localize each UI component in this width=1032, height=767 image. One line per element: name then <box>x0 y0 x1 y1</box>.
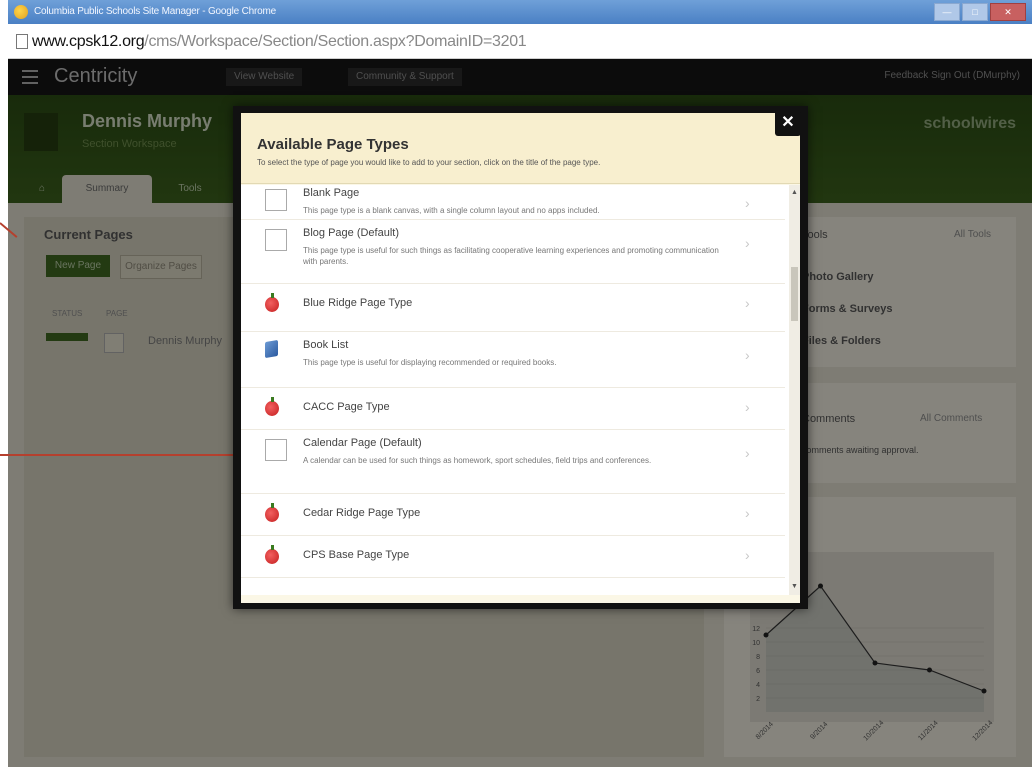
chevron-right-icon: › <box>745 235 750 251</box>
page-type-name[interactable]: CPS Base Page Type <box>303 549 409 561</box>
url-path: /cms/Workspace/Section/Section.aspx?Doma… <box>144 33 527 50</box>
close-modal-button[interactable]: ✕ <box>775 110 801 136</box>
modal-title: Available Page Types <box>257 136 409 153</box>
page-type-row[interactable]: Blog Page (Default) This page type is use… <box>241 219 785 284</box>
window-title: Columbia Public Schools Site Manager - G… <box>34 6 276 17</box>
page-type-name[interactable]: CACC Page Type <box>303 401 390 413</box>
page-type-description: This page type is useful for such things… <box>303 246 719 266</box>
page-type-name[interactable]: Calendar Page (Default) <box>303 437 422 449</box>
url-host: www.cpsk12.org <box>32 33 145 50</box>
page-type-description: This page type is useful for displaying … <box>303 358 557 367</box>
apple-icon <box>265 397 279 416</box>
close-window-button[interactable]: ✕ <box>990 3 1026 21</box>
chevron-right-icon: › <box>745 505 750 521</box>
page-type-name[interactable]: Blog Page (Default) <box>303 227 399 239</box>
blank-page-icon <box>265 229 287 251</box>
list-scrollbar[interactable]: ▲ ▼ <box>789 185 800 595</box>
blank-page-icon <box>265 439 287 461</box>
window-titlebar: Columbia Public Schools Site Manager - G… <box>8 0 1032 24</box>
page-type-row[interactable]: Calendar Page (Default) A calendar can be… <box>241 429 785 494</box>
modal-description: To select the type of page you would lik… <box>257 158 601 167</box>
apple-icon <box>265 545 279 564</box>
scroll-down-icon[interactable]: ▼ <box>791 583 798 590</box>
page-type-name[interactable]: Blank Page <box>303 187 359 199</box>
modal-header: Available Page Types To select the type … <box>241 113 800 184</box>
chevron-right-icon: › <box>745 547 750 563</box>
apple-icon <box>265 293 279 312</box>
page-type-row[interactable]: Cedar Ridge Page Type › <box>241 493 785 536</box>
chevron-right-icon: › <box>745 399 750 415</box>
scroll-thumb[interactable] <box>791 267 798 321</box>
url-text[interactable]: www.cpsk12.org/cms/Workspace/Section/Sec… <box>32 33 527 51</box>
apple-icon <box>265 503 279 522</box>
page-type-list: Blank Page This page type is a blank canv… <box>241 185 789 595</box>
address-bar[interactable]: www.cpsk12.org/cms/Workspace/Section/Sec… <box>8 24 1032 59</box>
book-icon <box>265 339 278 359</box>
modal-body: Available Page Types To select the type … <box>241 113 800 603</box>
page-type-description: This page type is a blank canvas, with a… <box>303 206 600 215</box>
window-controls: — □ ✕ <box>934 3 1026 21</box>
maximize-button[interactable]: □ <box>962 3 988 21</box>
annotation-arrow-2 <box>0 454 238 456</box>
chevron-right-icon: › <box>745 347 750 363</box>
chevron-right-icon: › <box>745 445 750 461</box>
page-type-description: A calendar can be used for such things a… <box>303 456 652 465</box>
chevron-right-icon: › <box>745 295 750 311</box>
scroll-up-icon[interactable]: ▲ <box>791 189 798 196</box>
page-type-row[interactable]: Blank Page This page type is a blank canv… <box>241 185 785 220</box>
page-type-row[interactable]: CACC Page Type › <box>241 387 785 430</box>
page-type-row[interactable]: CPS Base Page Type › <box>241 535 785 578</box>
page-types-modal: Available Page Types To select the type … <box>233 106 808 609</box>
page-icon <box>16 34 28 49</box>
chrome-logo-icon <box>14 5 28 19</box>
chevron-right-icon: › <box>745 195 750 211</box>
minimize-button[interactable]: — <box>934 3 960 21</box>
page-type-row[interactable]: Blue Ridge Page Type › <box>241 283 785 332</box>
page-type-name[interactable]: Cedar Ridge Page Type <box>303 507 420 519</box>
page-type-name[interactable]: Book List <box>303 339 348 351</box>
page-type-name[interactable]: Blue Ridge Page Type <box>303 297 412 309</box>
blank-page-icon <box>265 189 287 211</box>
page-type-row[interactable]: Book List This page type is useful for di… <box>241 331 785 388</box>
